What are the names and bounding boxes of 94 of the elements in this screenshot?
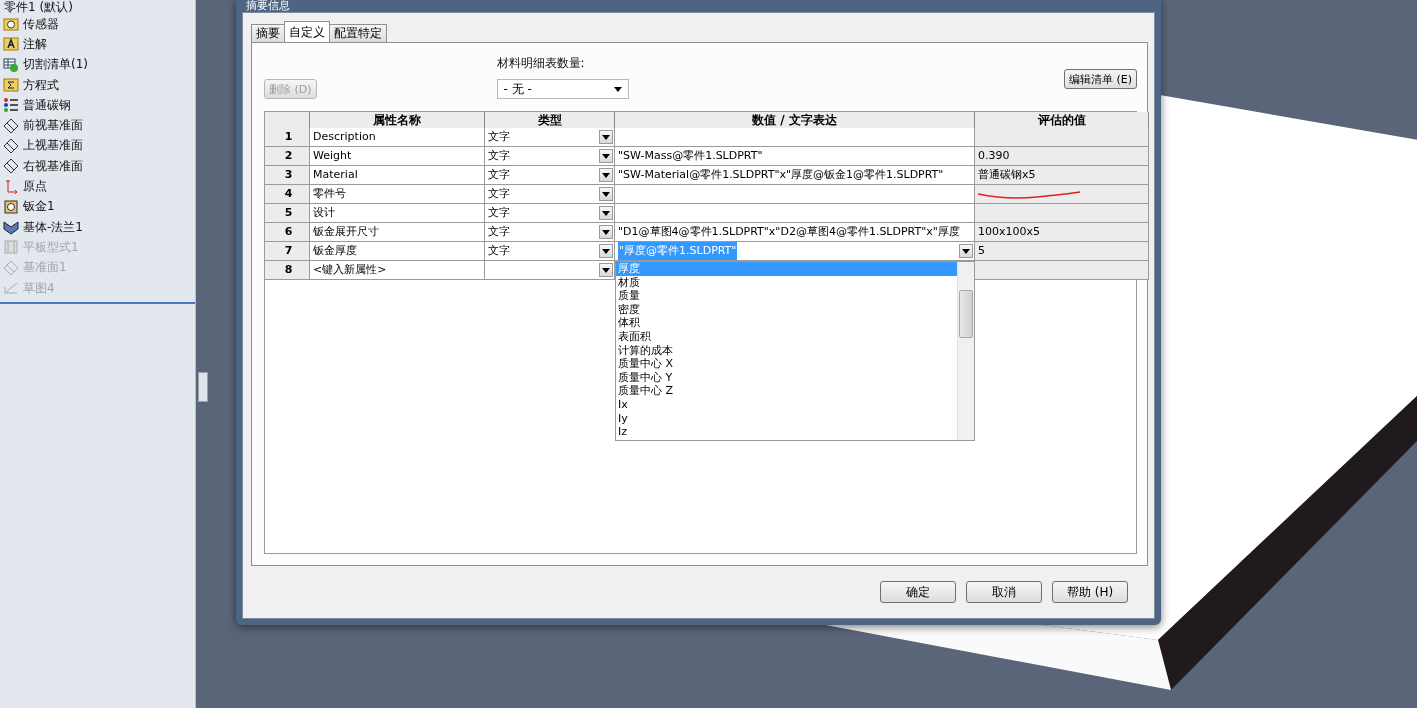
- dropdown-arrow-icon: [602, 134, 610, 140]
- list-option[interactable]: 体积: [616, 316, 957, 330]
- row-number: 8: [265, 261, 310, 280]
- plane-icon: [3, 137, 19, 154]
- table-cell: 0.390: [975, 147, 1149, 166]
- table-cell[interactable]: <键入新属性>: [310, 261, 485, 280]
- list-option[interactable]: 质量: [616, 289, 957, 303]
- type-dropdown[interactable]: 文字: [485, 185, 615, 204]
- dropdown-arrow-icon: [962, 248, 970, 254]
- plane-icon: [3, 259, 19, 276]
- tab[interactable]: 配置特定: [329, 24, 387, 42]
- tree-item[interactable]: 基体-法兰1: [0, 216, 195, 238]
- tree-item[interactable]: 普通碳钢: [0, 95, 195, 116]
- equation-icon: [3, 77, 19, 94]
- material-icon: [3, 97, 19, 114]
- tree-item[interactable]: 切割清单(1): [0, 54, 195, 75]
- bom-quantity-dropdown[interactable]: - 无 -: [496, 79, 629, 99]
- flat-icon: [3, 239, 19, 256]
- tab[interactable]: 摘要: [251, 24, 285, 42]
- tree-item[interactable]: 原点: [0, 176, 195, 197]
- plane-icon: [3, 158, 19, 175]
- dialog-title: 摘要信息: [245, 0, 290, 12]
- dialog-button[interactable]: 帮助 (H): [1052, 581, 1128, 603]
- table-cell[interactable]: "SW-Mass@零件1.SLDPRT": [615, 147, 975, 166]
- dropdown-arrow-icon: [602, 191, 610, 197]
- table-cell[interactable]: "SW-Material@零件1.SLDPRT"x"厚度@钣金1@零件1.SLDPRT": [615, 166, 975, 185]
- dialog-button[interactable]: 取消: [966, 581, 1042, 603]
- tree-item[interactable]: 右视基准面: [0, 156, 195, 177]
- type-dropdown[interactable]: 文字: [485, 147, 615, 166]
- list-option[interactable]: 计算的成本: [616, 343, 957, 358]
- table-cell[interactable]: 钣金厚度: [310, 242, 485, 261]
- dropdown-arrow-icon: [602, 267, 610, 273]
- row-number: 6: [265, 223, 310, 242]
- sheetmetal-icon: [3, 198, 19, 215]
- scrollbar[interactable]: [957, 262, 974, 440]
- tree-item[interactable]: 上视基准面: [0, 135, 195, 157]
- table-cell: 普通碳钢x5: [975, 166, 1149, 185]
- dropdown-arrow-icon: [602, 229, 610, 235]
- dropdown-arrow-icon: [602, 248, 610, 254]
- dialog-button[interactable]: 确定: [880, 581, 956, 603]
- tree-item[interactable]: 钣金1: [0, 196, 195, 217]
- table-cell[interactable]: 钣金展开尺寸: [310, 223, 485, 242]
- dropdown-arrow-icon: [602, 172, 610, 178]
- type-dropdown[interactable]: [485, 261, 615, 280]
- tree-item[interactable]: 注解: [0, 34, 195, 55]
- table-cell[interactable]: Weight: [310, 147, 485, 166]
- annotation-icon: [3, 36, 19, 53]
- tree-item[interactable]: 传感器: [0, 14, 195, 35]
- tree-item[interactable]: 前视基准面: [0, 115, 195, 136]
- table-cell: 5: [975, 242, 1149, 261]
- row-number: 1: [265, 128, 310, 147]
- list-option[interactable]: Iz: [616, 425, 957, 439]
- list-option[interactable]: 质量中心 Y: [616, 370, 957, 385]
- row-number: 2: [265, 147, 310, 166]
- row-number: 5: [265, 204, 310, 223]
- flange-icon: [3, 219, 19, 236]
- table-cell[interactable]: "D1@草图4@零件1.SLDPRT"x"D2@草图4@零件1.SLDPRT"x"厚度: [615, 223, 975, 242]
- tree-item[interactable]: 方程式: [0, 74, 195, 96]
- table-cell[interactable]: Description: [310, 128, 485, 147]
- type-dropdown[interactable]: 文字: [485, 204, 615, 223]
- type-dropdown[interactable]: 文字: [485, 223, 615, 242]
- list-option[interactable]: Ix: [616, 397, 957, 412]
- edit-list-button[interactable]: 编辑清单 (E): [1063, 69, 1137, 89]
- list-option[interactable]: 表面积: [616, 329, 957, 344]
- type-dropdown[interactable]: 文字: [485, 128, 615, 147]
- type-dropdown[interactable]: 文字: [485, 242, 615, 261]
- dropdown-arrow-icon: [613, 86, 622, 92]
- table-cell[interactable]: 零件号: [310, 185, 485, 204]
- plane-icon: [3, 117, 19, 134]
- table-cell[interactable]: Material: [310, 166, 485, 185]
- origin-icon: [3, 178, 19, 195]
- row-number: 3: [265, 166, 310, 185]
- dropdown-arrow-icon: [602, 153, 610, 159]
- table-cell: 100x100x5: [975, 223, 1149, 242]
- list-option[interactable]: 密度: [616, 302, 957, 317]
- list-option[interactable]: 质量中心 X: [616, 357, 957, 371]
- sensor-icon: [3, 16, 19, 33]
- tree-root-label[interactable]: 零件1 (默认): [0, 0, 73, 14]
- list-option[interactable]: 材质: [616, 275, 957, 290]
- bom-quantity-label: 材料明细表数量:: [496, 55, 586, 72]
- tab[interactable]: 自定义: [284, 21, 330, 42]
- sketch-icon: [3, 280, 19, 296]
- table-cell[interactable]: [615, 185, 975, 204]
- row-number: 4: [265, 185, 310, 204]
- splitter-handle[interactable]: [198, 372, 208, 402]
- cutlist-icon: [3, 56, 19, 73]
- list-option[interactable]: 质量中心 Z: [616, 384, 957, 398]
- dropdown-arrow-icon: [602, 210, 610, 216]
- row-number: 7: [265, 242, 310, 261]
- table-cell[interactable]: [615, 128, 975, 147]
- table-cell[interactable]: [615, 204, 975, 223]
- table-cell[interactable]: 设计: [310, 204, 485, 223]
- type-dropdown[interactable]: 文字: [485, 166, 615, 185]
- list-option[interactable]: Iy: [616, 411, 957, 426]
